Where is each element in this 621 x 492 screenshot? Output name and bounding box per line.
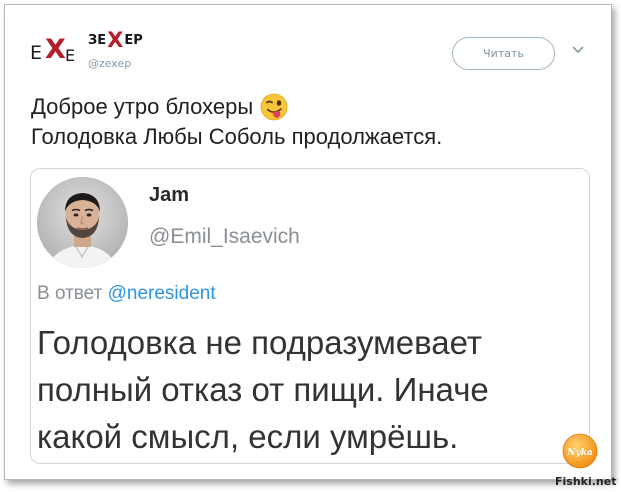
logo-letter-right: E [65,46,76,65]
account-name[interactable]: ЗЕ X ЕР [88,27,143,52]
quoted-line-3: какой смысл, если умрёшь. [37,418,459,455]
reply-to-mention-link[interactable]: @neresident [108,283,216,304]
logo-x: X [45,34,66,65]
watermark-site: Fishki.net [555,475,617,488]
tweet-line-1-text: Доброе утро блохеры [31,94,254,119]
account-name-part1: ЗЕ [88,32,107,48]
quoted-tweet-card[interactable]: Jam @Emil_Isaevich В ответ @neresident Г… [30,168,590,464]
quoted-tweet-text: Голодовка не подразумевает полный отказ … [37,319,582,460]
avatar[interactable] [37,177,128,268]
tweet-line-1: Доброе утро блохеры [31,92,442,122]
watermark-badge-icon: Nyka [562,433,598,469]
follow-button[interactable]: Читать [452,37,555,70]
quoted-line-1: Голодовка не подразумевает [37,324,483,361]
logo-letter-left: E [30,42,44,64]
tweet-line-2: Голодовка Любы Соболь продолжается. [31,122,442,152]
quoted-author-handle[interactable]: @Emil_Isaevich [149,225,300,249]
quoted-author-name[interactable]: Jam [149,184,189,207]
account-name-x: X [107,27,124,52]
tweet-text: Доброе утро блохеры Голодовка Любы Собол… [31,92,442,152]
quoted-line-2: полный отказ от пищи. Иначе [37,371,489,408]
reply-to-prefix: В ответ [37,283,103,304]
reply-to-line: В ответ @neresident [37,283,216,305]
account-handle[interactable]: @zexep [88,57,131,70]
tweet-line-2-text: Голодовка Любы Соболь продолжается. [31,124,443,149]
chevron-down-icon[interactable] [572,45,584,55]
account-name-part2: ЕР [124,32,143,48]
winking-face-with-tongue-icon [260,93,288,121]
avatar-photo [37,177,128,268]
watermark-badge-text: Nyka [566,448,593,458]
account-logo[interactable]: E X E [30,34,82,68]
